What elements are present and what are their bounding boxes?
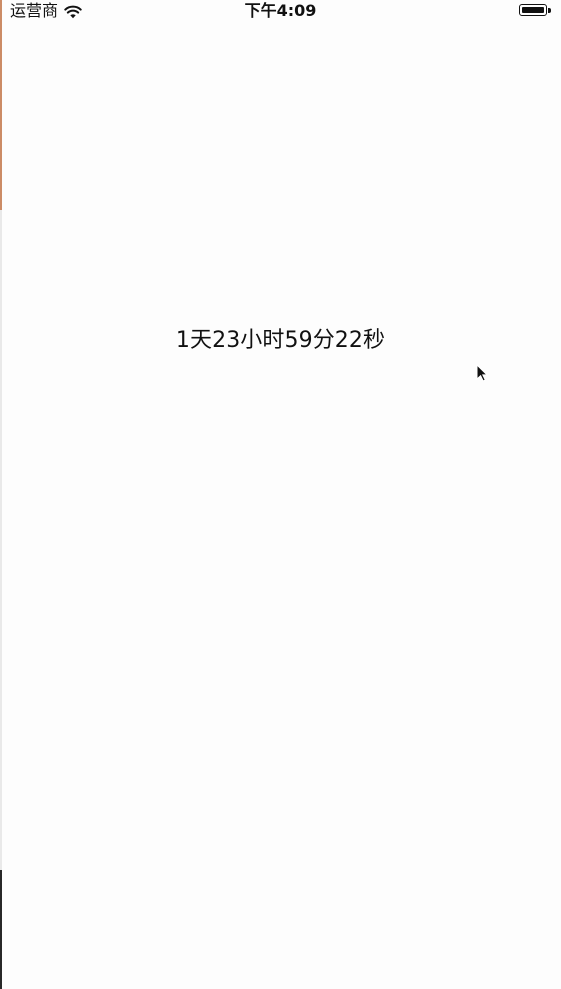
battery-icon xyxy=(519,4,553,18)
battery-cap xyxy=(548,8,551,13)
countdown-timer-label: 1天23小时59分22秒 xyxy=(175,328,386,353)
status-bar: 运营商 下午4:09 xyxy=(0,0,561,22)
left-edge-divider xyxy=(0,0,2,989)
battery-body xyxy=(519,4,547,16)
battery-fill xyxy=(522,7,544,13)
status-time: 下午4:09 xyxy=(244,1,317,20)
mouse-pointer-icon xyxy=(476,363,489,382)
